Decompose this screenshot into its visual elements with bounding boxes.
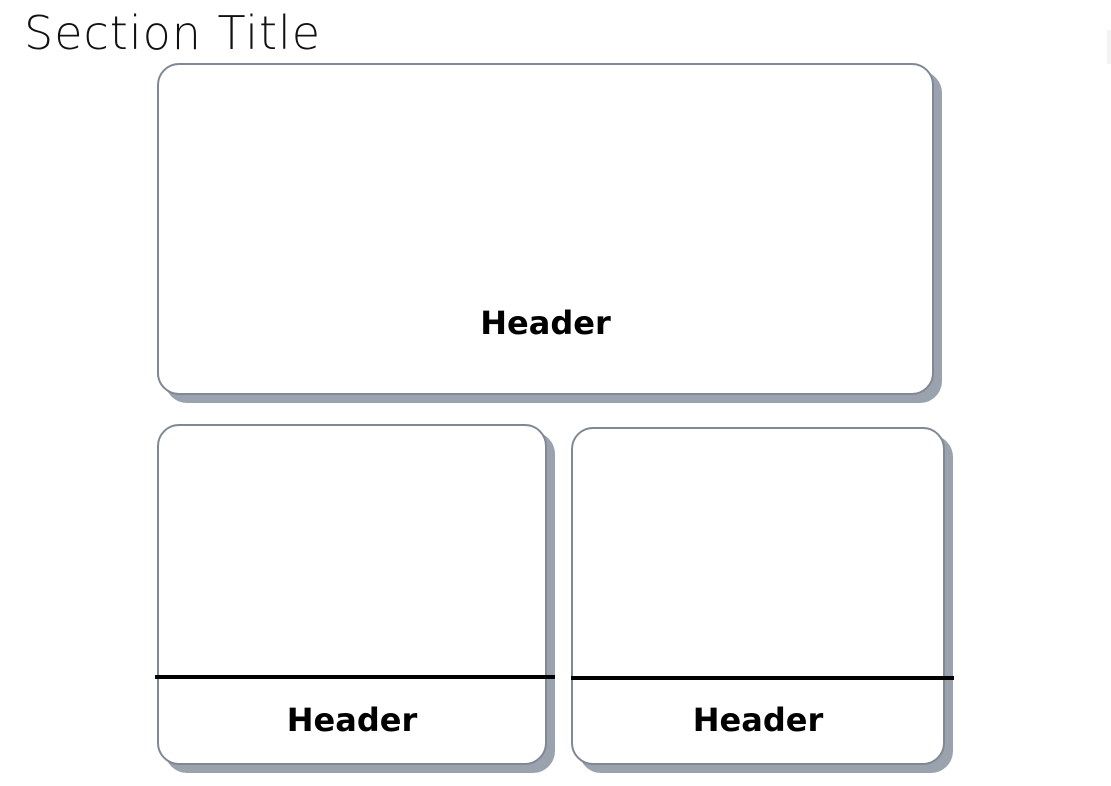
card-top: Header bbox=[157, 63, 934, 395]
card-bottom-left-header: Header bbox=[286, 701, 418, 739]
section-title: Section Title bbox=[24, 6, 322, 60]
card-bottom-left: Header bbox=[157, 424, 547, 765]
edge-mark bbox=[1107, 30, 1111, 64]
card-top-header: Header bbox=[480, 304, 611, 342]
card-bottom-right: Header bbox=[571, 427, 945, 765]
divider-bottom-left bbox=[155, 675, 555, 679]
divider-bottom-right bbox=[571, 676, 954, 680]
card-bottom-right-header: Header bbox=[692, 701, 824, 739]
